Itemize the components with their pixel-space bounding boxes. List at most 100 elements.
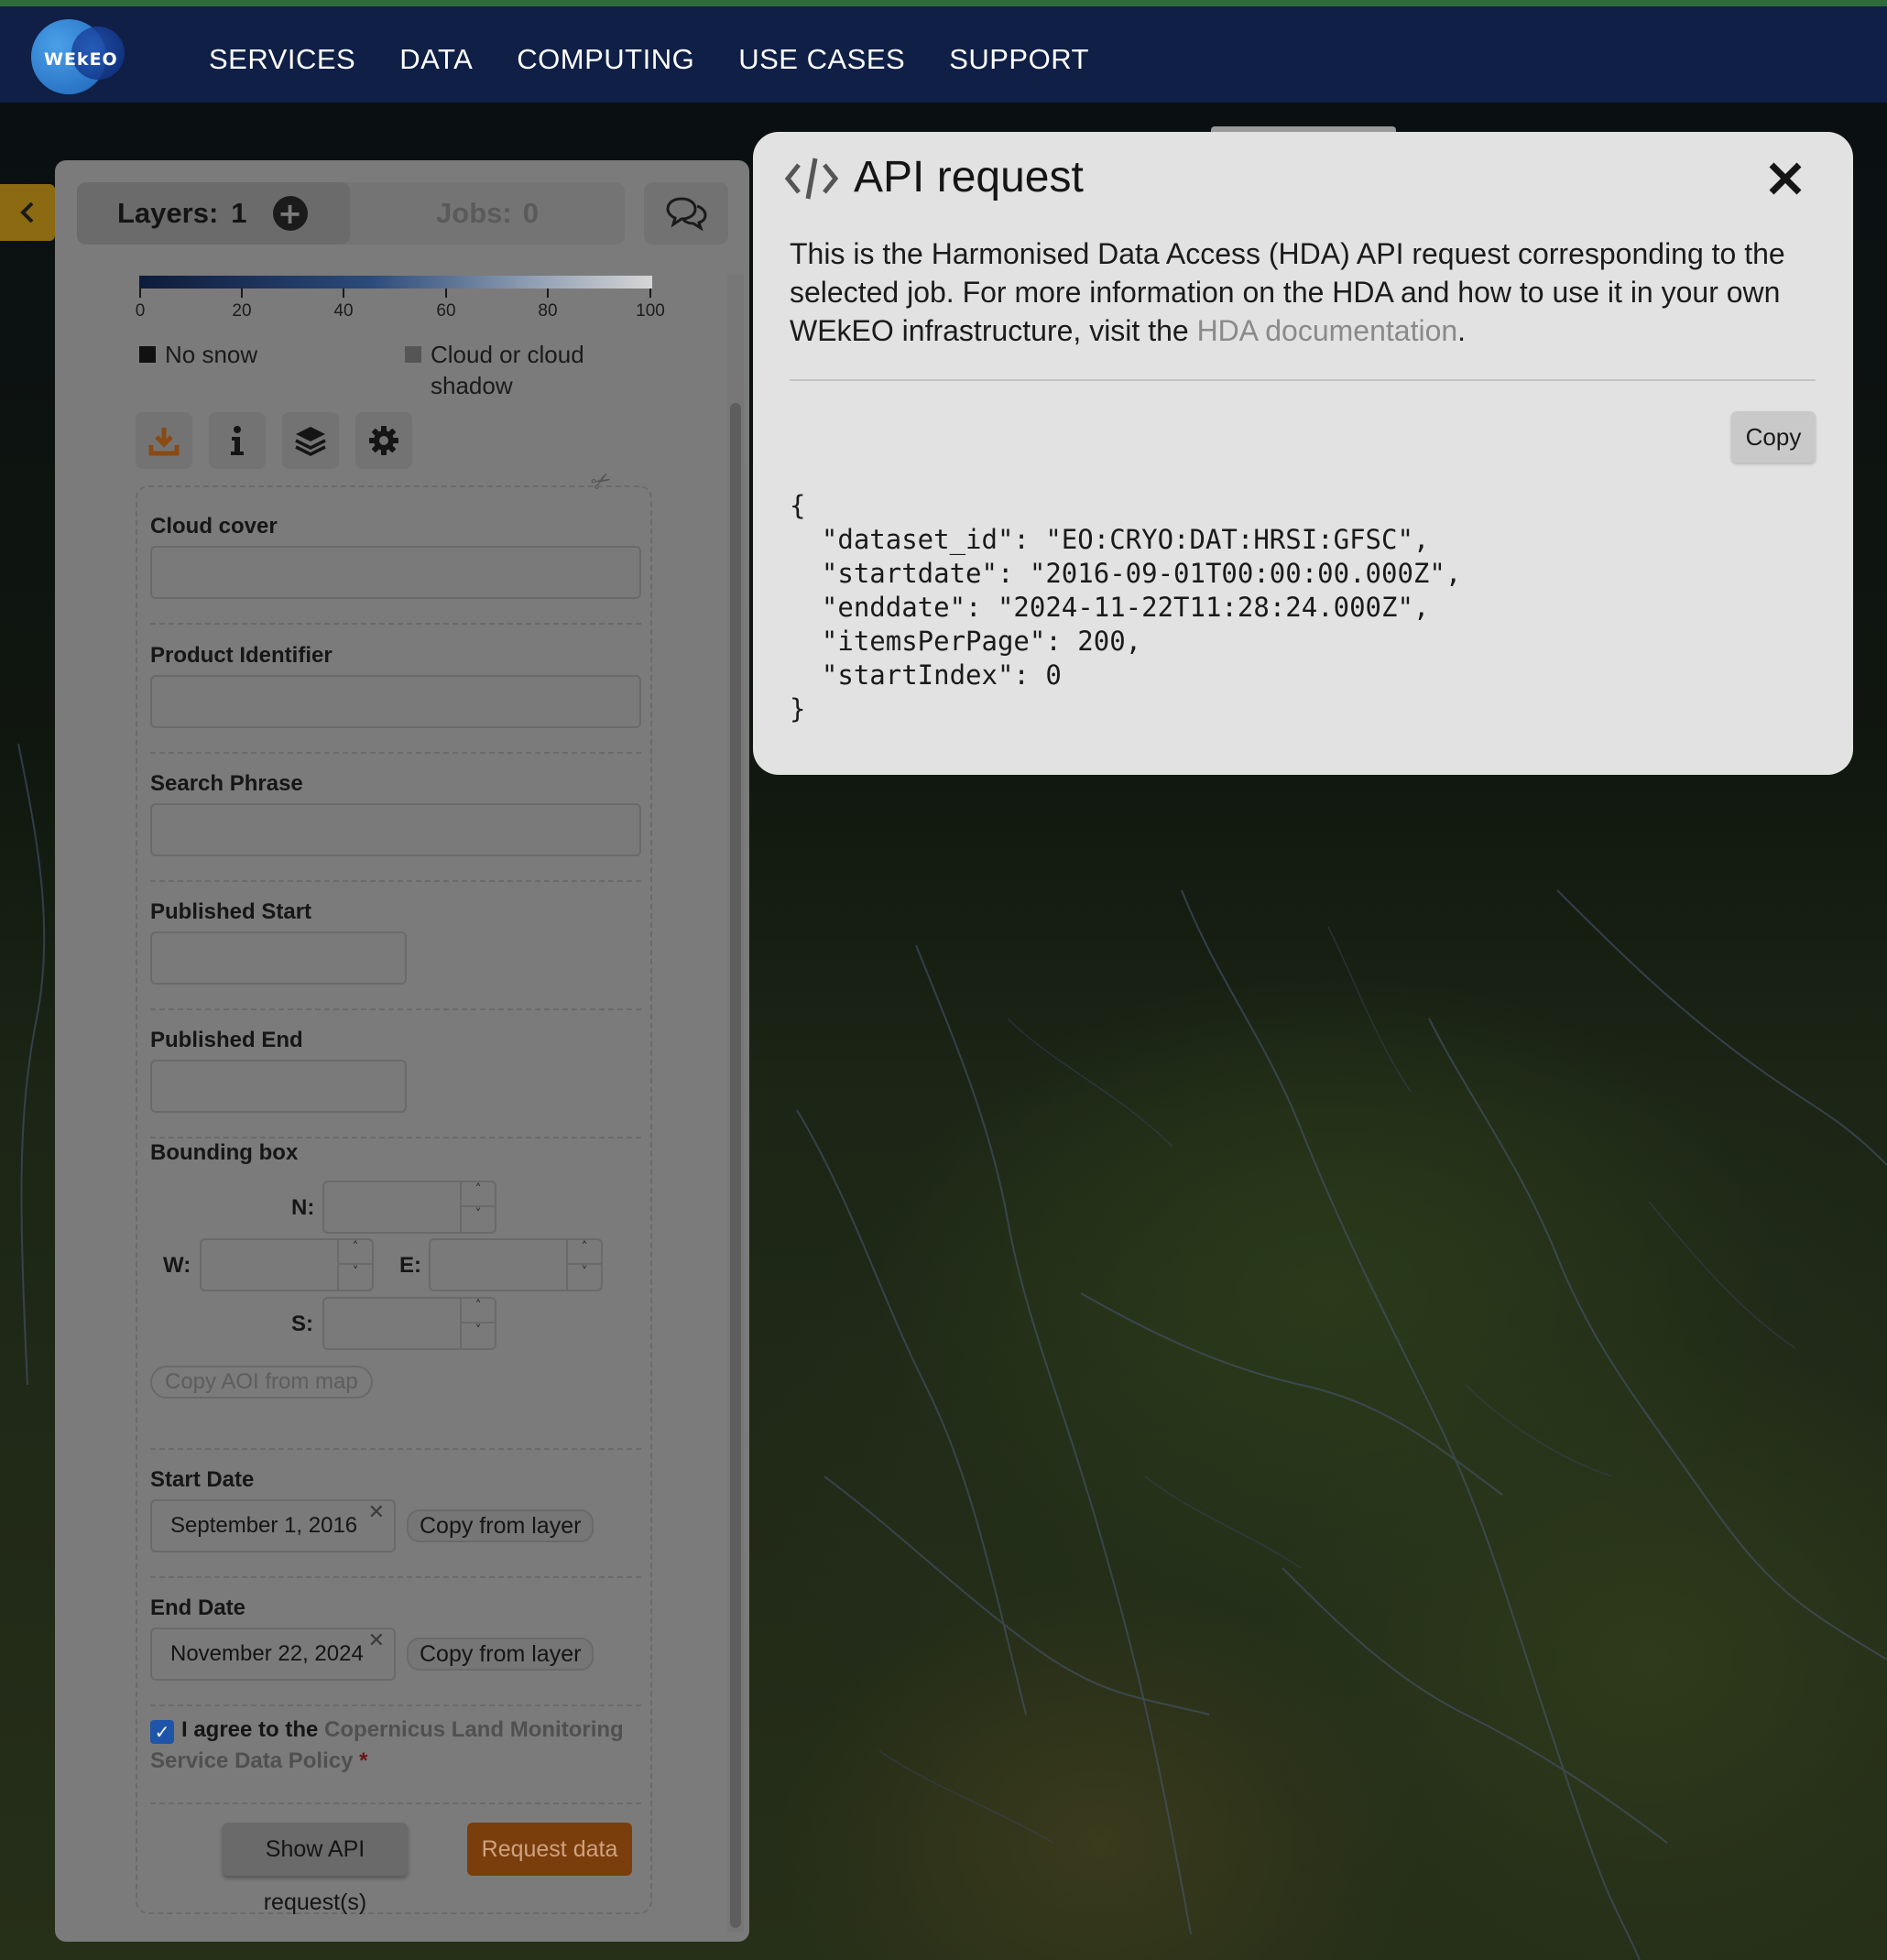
start-date-value: September 1, 2016 [170,1513,358,1538]
agree-checkbox[interactable]: ✓ [150,1720,174,1744]
dialog-description: This is the Harmonised Data Access (HDA)… [790,234,1806,350]
chat-icon [666,197,707,231]
end-date-value: November 22, 2024 [170,1641,364,1666]
legend-cloud: Cloud or cloud shadow [405,339,606,401]
clear-icon[interactable]: ✕ [368,1501,385,1524]
panel-tabs: Layers: 1 + Jobs: 0 [77,182,625,245]
request-data-button[interactable]: Request data [467,1823,632,1876]
north-stepper[interactable]: ˄ ˅ [460,1182,495,1232]
chevron-up-icon[interactable]: ˄ [339,1240,372,1265]
hda-documentation-link[interactable]: HDA documentation [1197,314,1458,347]
west-label: W: [163,1253,191,1278]
divider [150,1576,641,1578]
published-end-input[interactable] [150,1060,407,1113]
jobs-label: Jobs: [436,197,512,229]
api-request-code[interactable]: { "dataset_id": "EO:CRYO:DAT:HRSI:GFSC",… [790,489,1706,726]
dialog-title: API request [854,153,1084,201]
copy-button[interactable]: Copy [1731,411,1816,463]
bounding-box-label: Bounding box [150,1140,299,1165]
logo-text: WEkEO [44,49,118,70]
divider [150,1448,641,1450]
info-icon [231,426,244,455]
chevron-down-icon[interactable]: ˅ [462,1207,495,1232]
south-label: S: [291,1312,313,1336]
east-input[interactable]: ˄ ˅ [429,1238,603,1291]
product-identifier-label: Product Identifier [150,643,333,668]
search-phrase-label: Search Phrase [150,771,303,796]
copy-aoi-button[interactable]: Copy AOI from map [150,1366,373,1399]
code-icon [784,158,839,200]
north-label: N: [291,1195,315,1220]
nav-data[interactable]: DATA [399,43,473,76]
west-stepper[interactable]: ˄ ˅ [337,1240,372,1290]
add-layer-icon[interactable]: + [272,196,308,231]
gear-icon [369,426,398,455]
show-api-request-button[interactable]: Show API request(s) [223,1823,408,1915]
legend-colorbar [139,276,652,289]
east-label: E: [399,1253,421,1278]
settings-button[interactable] [355,412,412,469]
end-copy-from-layer-button[interactable]: Copy from layer [407,1638,594,1671]
start-copy-from-layer-button[interactable]: Copy from layer [407,1509,594,1542]
chevron-up-icon[interactable]: ˄ [462,1299,495,1323]
divider [150,623,641,625]
wekeo-logo[interactable]: WEkEO [31,19,132,94]
divider [150,880,641,882]
chevron-up-icon[interactable]: ˄ [568,1240,601,1265]
collapse-panel-button[interactable] [0,184,55,241]
clear-icon[interactable]: ✕ [368,1629,385,1652]
legend-label: Cloud or cloud shadow [431,341,584,399]
dialog-divider [790,379,1816,381]
tab-jobs[interactable]: Jobs: 0 [350,182,625,245]
end-date-input[interactable]: November 22, 2024 ✕ [150,1628,396,1681]
nav-services[interactable]: SERVICES [209,43,355,76]
legend-swatch [139,346,156,363]
layers-button[interactable] [282,412,339,469]
tick-label: 100 [636,301,665,321]
policy-agreement: ✓ I agree to the Copernicus Land Monitori… [150,1715,645,1777]
colorbar-ticks: 0 20 40 60 80 100 [136,289,665,325]
south-stepper[interactable]: ˄ ˅ [460,1299,495,1348]
west-input[interactable]: ˄ ˅ [200,1238,374,1291]
nav-use-cases[interactable]: USE CASES [738,43,905,76]
nav-computing[interactable]: COMPUTING [517,43,694,76]
layers-label: Layers: [117,197,219,229]
chevron-down-icon[interactable]: ˅ [568,1265,601,1290]
east-stepper[interactable]: ˄ ˅ [566,1240,601,1290]
published-end-label: Published End [150,1028,303,1052]
download-button[interactable] [136,412,192,469]
published-start-input[interactable] [150,931,407,985]
divider [150,1802,641,1804]
panel-scrollbar-thumb[interactable] [730,403,741,1928]
end-date-label: End Date [150,1595,246,1620]
tick-label: 80 [538,301,558,321]
jobs-count: 0 [522,197,539,229]
chat-button[interactable] [644,182,728,245]
nav-support[interactable]: SUPPORT [949,43,1089,76]
south-input[interactable]: ˄ ˅ [322,1297,496,1350]
cloud-cover-input[interactable] [150,546,641,599]
legend-no-snow: No snow [139,339,257,370]
legend-swatch [405,346,421,363]
tab-layers[interactable]: Layers: 1 + [77,182,350,245]
start-date-input[interactable]: September 1, 2016 ✕ [150,1499,396,1552]
info-button[interactable] [209,412,266,469]
divider [150,1137,641,1138]
chevron-down-icon[interactable]: ˅ [462,1323,495,1348]
layer-toolbar [136,412,412,469]
required-mark: * [359,1748,368,1773]
chevron-up-icon[interactable]: ˄ [462,1182,495,1207]
product-identifier-input[interactable] [150,675,641,728]
legend-label: No snow [165,341,258,368]
start-date-label: Start Date [150,1467,255,1492]
cloud-cover-label: Cloud cover [150,514,278,539]
tick-label: 60 [436,301,456,321]
search-phrase-input[interactable] [150,803,641,856]
chevron-down-icon[interactable]: ˅ [339,1265,372,1290]
tick-label: 40 [333,301,354,321]
tick-label: 20 [232,301,252,321]
north-input[interactable]: ˄ ˅ [322,1181,496,1234]
chevron-left-icon [20,201,34,223]
divider [150,1008,641,1010]
close-icon[interactable] [1766,159,1805,198]
